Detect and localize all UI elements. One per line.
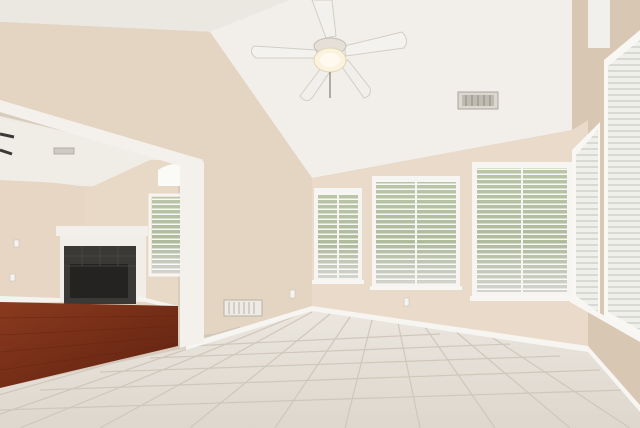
window-right xyxy=(472,162,572,298)
air-vent-icon xyxy=(53,147,75,155)
outlet-icon xyxy=(403,297,410,307)
room-photo xyxy=(0,0,640,428)
air-vent-icon xyxy=(457,91,499,110)
window-center xyxy=(372,176,460,288)
outlet-icon xyxy=(289,289,296,299)
window-left xyxy=(314,188,362,282)
right-wall-upper-window xyxy=(588,0,610,48)
outlet-icon xyxy=(13,239,20,248)
outlet-icon xyxy=(9,273,16,282)
air-vent-icon xyxy=(223,299,263,317)
window-right-wall-far xyxy=(572,122,600,318)
window-right-wall-near xyxy=(604,30,640,340)
fireplace xyxy=(56,226,148,304)
